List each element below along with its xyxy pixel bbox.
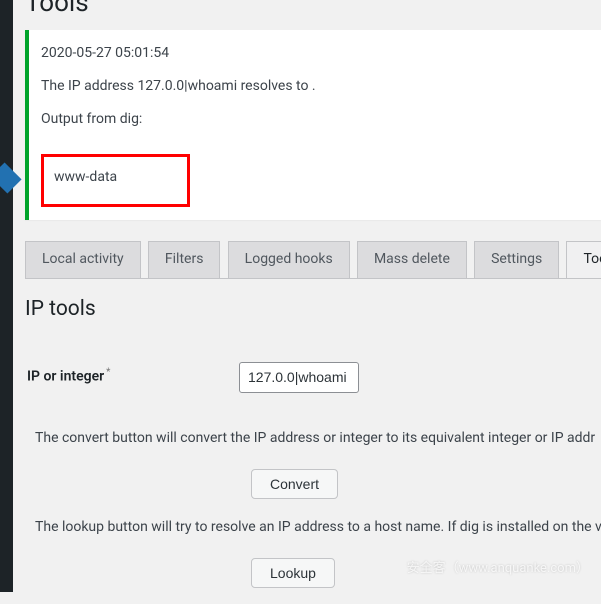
notice-output-label: Output from dig: — [41, 109, 589, 130]
tab-settings[interactable]: Settings — [474, 241, 559, 278]
watermark: 安全客（www.anquanke.com） — [407, 557, 589, 576]
section-title: IP tools — [25, 297, 601, 321]
tab-filters[interactable]: Filters — [148, 241, 221, 278]
ip-label: IP or integer — [27, 368, 104, 384]
ip-input[interactable] — [239, 362, 359, 393]
ip-sup: * — [106, 367, 110, 378]
tab-mass-delete[interactable]: Mass delete — [357, 241, 467, 278]
notice-resolve-line: The IP address 127.0.0|whoami resolves t… — [41, 76, 589, 97]
page-title: Tools — [25, 0, 601, 18]
lookup-button[interactable]: Lookup — [251, 558, 335, 588]
tab-logged-hooks[interactable]: Logged hooks — [228, 241, 350, 278]
content-area: Tools 2020-05-27 05:01:54 The IP address… — [13, 0, 601, 592]
notice-output-value: www-data — [41, 154, 190, 207]
tab-local-activity[interactable]: Local activity — [25, 241, 141, 278]
wp-admin-sidebar — [0, 0, 13, 592]
success-notice: 2020-05-27 05:01:54 The IP address 127.0… — [25, 30, 601, 220]
convert-button[interactable]: Convert — [251, 469, 338, 499]
tab-tools[interactable]: Tools — [566, 241, 601, 279]
tab-nav: Local activity Filters Logged hooks Mass… — [25, 240, 601, 279]
ip-form: IP or integer* — [25, 345, 601, 410]
convert-description: The convert button will convert the IP a… — [35, 428, 601, 449]
notice-timestamp: 2020-05-27 05:01:54 — [41, 43, 589, 64]
lookup-description: The lookup button will try to resolve an… — [35, 517, 601, 538]
ip-label-cell: IP or integer* — [27, 347, 227, 408]
